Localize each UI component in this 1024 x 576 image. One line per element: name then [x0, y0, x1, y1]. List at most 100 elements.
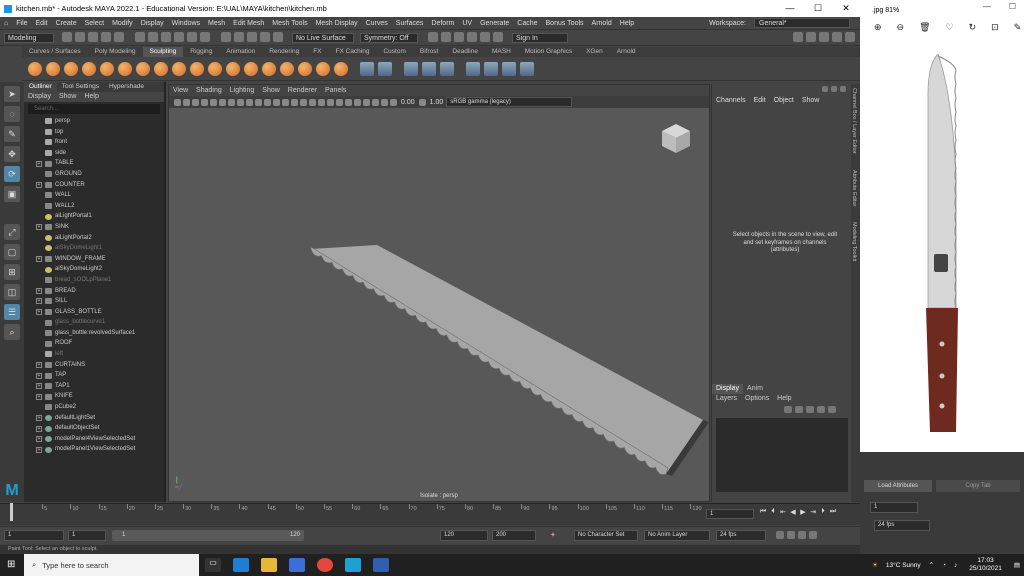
menu-mesh-display[interactable]: Mesh Display — [312, 20, 362, 27]
undo-icon[interactable] — [100, 31, 111, 42]
expand-icon[interactable]: + — [36, 372, 42, 379]
rotate-icon[interactable]: ↻ — [969, 22, 977, 33]
smooth-tool-icon[interactable] — [46, 61, 60, 76]
shelf-tab-deadline[interactable]: Deadline — [445, 47, 485, 57]
shelf-tab-poly-modeling[interactable]: Poly Modeling — [88, 47, 143, 57]
tray-chevron-icon[interactable]: ⌃ — [929, 561, 934, 569]
outliner-item[interactable]: + COUNTER — [24, 180, 164, 191]
expand-icon[interactable]: + — [36, 298, 42, 305]
expand-icon[interactable]: + — [36, 414, 42, 421]
step-back-key-icon[interactable]: ⇤ — [778, 508, 788, 516]
menu-uv[interactable]: UV — [458, 20, 476, 27]
open-scene-icon[interactable] — [74, 31, 85, 42]
outliner-item[interactable]: front — [24, 137, 164, 148]
symmetry-dropdown[interactable]: Symmetry: Off — [360, 32, 418, 43]
delete-icon[interactable]: 🗑 — [919, 22, 930, 33]
maximize-button[interactable]: ☐ — [804, 3, 832, 14]
outliner-item[interactable]: top — [24, 127, 164, 138]
audio-icon[interactable] — [797, 531, 806, 539]
select-object-icon[interactable] — [147, 31, 158, 42]
wireframe-icon[interactable] — [264, 98, 271, 106]
scale-tool-icon[interactable]: ▣ — [4, 186, 20, 202]
chrome-icon[interactable] — [317, 558, 333, 572]
sign-in-dropdown[interactable]: Sign In — [512, 32, 568, 43]
viewport-menu-renderer[interactable]: Renderer — [284, 85, 321, 96]
convert-to-frozen-icon[interactable] — [360, 61, 374, 76]
imprint-tool-icon[interactable] — [190, 61, 204, 76]
knife-blade-mesh[interactable] — [169, 108, 709, 490]
snap-view-icon[interactable] — [259, 31, 270, 42]
move-layer-up-icon[interactable] — [783, 406, 792, 413]
ambient-occlusion-icon[interactable] — [327, 98, 334, 106]
outliner-item[interactable]: + TAP — [24, 370, 164, 381]
expand-icon[interactable]: + — [36, 446, 42, 453]
tab-anim-layers[interactable]: Anim — [743, 384, 767, 394]
playback-start-field[interactable]: 1 — [68, 530, 106, 541]
move-tool-icon[interactable]: ✥ — [4, 146, 20, 162]
outliner-item[interactable]: + KNIFE — [24, 391, 164, 402]
expand-icon[interactable]: + — [36, 361, 42, 368]
expand-icon[interactable]: + — [36, 393, 42, 400]
shelf-tab-custom[interactable]: Custom — [376, 47, 412, 57]
outliner-search-input[interactable]: Search... — [28, 104, 160, 114]
viewport-menu-lighting[interactable]: Lighting — [226, 85, 259, 96]
shelf-tab-xgen[interactable]: XGen — [579, 47, 610, 57]
outliner-item[interactable]: WALL2 — [24, 201, 164, 212]
outliner-item[interactable]: aiLightPortal2 — [24, 233, 164, 244]
photos-maximize-button[interactable]: ☐ — [1009, 2, 1016, 11]
layers-menu-layers[interactable]: Layers — [712, 394, 741, 404]
outliner-item[interactable]: aiSkyDomeLight2 — [24, 264, 164, 275]
shelf-tab-animation[interactable]: Animation — [219, 47, 262, 57]
menu-cache[interactable]: Cache — [513, 20, 541, 27]
fps-dropdown[interactable]: 24 fps — [716, 530, 766, 541]
help-icon[interactable] — [830, 86, 837, 92]
repeat-tool-icon[interactable] — [172, 61, 186, 76]
sculpt-geometry-icon[interactable] — [466, 61, 480, 76]
texture-deformer-icon[interactable] — [484, 61, 498, 76]
menu-arnold[interactable]: Arnold — [588, 20, 616, 27]
save-scene-icon[interactable] — [87, 31, 98, 42]
new-layer-selected-icon[interactable] — [816, 406, 825, 413]
live-surface-field[interactable]: No Live Surface — [292, 32, 354, 43]
crop-icon[interactable]: ⊡ — [991, 22, 999, 33]
outliner-item[interactable]: aiSkyDomeLight1 — [24, 243, 164, 254]
outliner-item[interactable]: + SILL — [24, 296, 164, 307]
menu-modify[interactable]: Modify — [108, 20, 137, 27]
playback-end-field[interactable]: 120 — [440, 530, 488, 541]
use-lights-icon[interactable] — [309, 98, 316, 106]
flatten-tool-icon[interactable] — [118, 61, 132, 76]
viewport-menu-show[interactable]: Show — [258, 85, 284, 96]
paint-weights-icon[interactable] — [422, 61, 436, 76]
relax-tool-icon[interactable] — [64, 61, 78, 76]
four-view-layout-icon[interactable]: ⊞ — [4, 264, 20, 280]
zoom-in-icon[interactable]: ⊕ — [874, 22, 882, 33]
outliner-item[interactable]: + TABLE — [24, 158, 164, 169]
bookmark-icon[interactable] — [192, 98, 199, 106]
viewport-panel[interactable]: View Shading Lighting Show Renderer Pane… — [168, 84, 710, 502]
tool-settings-icon[interactable] — [831, 31, 842, 42]
smear-tool-icon[interactable] — [280, 61, 294, 76]
render-settings-icon[interactable] — [453, 31, 464, 42]
notifications-icon[interactable]: ▤ — [1014, 561, 1020, 569]
menuset-dropdown[interactable]: Modeling — [4, 32, 54, 43]
playback-loop-icon[interactable] — [786, 531, 795, 539]
color-space-dropdown[interactable]: sRGB gamma (legacy) — [446, 97, 573, 107]
camera-attributes-icon[interactable] — [183, 98, 190, 106]
xray-icon[interactable] — [363, 98, 370, 106]
menu-mesh[interactable]: Mesh — [204, 20, 229, 27]
shelf-tab-rendering[interactable]: Rendering — [262, 47, 306, 57]
viewport-menu-view[interactable]: View — [169, 85, 192, 96]
safe-action-icon[interactable] — [255, 98, 262, 106]
character-set-dropdown[interactable]: No Character Set — [574, 530, 638, 541]
snap-point-icon[interactable] — [246, 31, 257, 42]
smooth-shade-icon[interactable] — [273, 98, 280, 106]
modeling-toolkit-icon[interactable] — [792, 31, 803, 42]
character-set-icon[interactable]: ✦ — [550, 531, 556, 539]
secondary-fps-dropdown[interactable]: 24 fps — [874, 520, 930, 531]
outliner-item[interactable]: + defaultObjectSet — [24, 423, 164, 434]
paint-select-icon[interactable]: ✎ — [4, 126, 20, 142]
current-time-indicator[interactable] — [10, 503, 13, 521]
select-camera-icon[interactable] — [174, 98, 181, 106]
menu-curves[interactable]: Curves — [362, 20, 392, 27]
attribute-editor-icon[interactable] — [818, 31, 829, 42]
